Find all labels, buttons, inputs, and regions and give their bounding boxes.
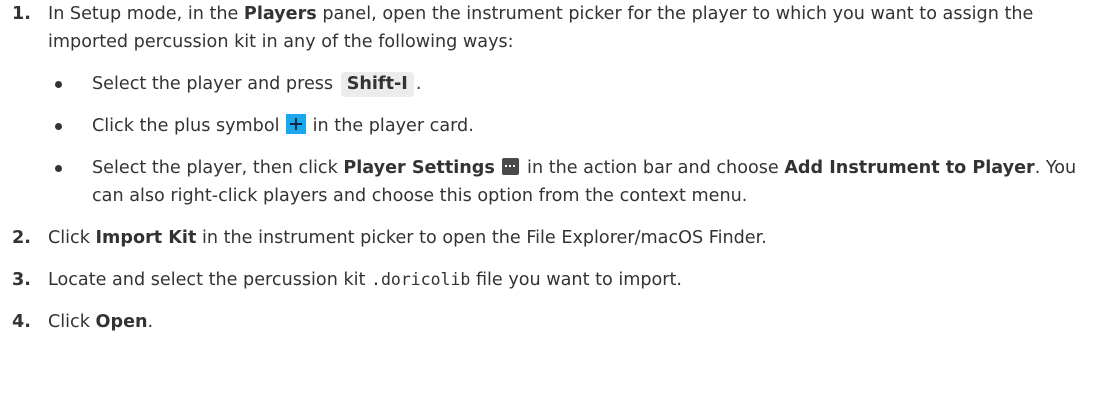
bullet-text: Select the player and press	[92, 74, 339, 94]
bullet-list: Select the player and press Shift-I. Cli…	[48, 70, 1093, 210]
bullet-dot	[55, 81, 62, 88]
step-text-part: in the instrument picker to open the Fil…	[196, 228, 767, 248]
bullet-item-settings: Select the player, then click Player Set…	[48, 154, 1093, 210]
step-number: 1.	[12, 4, 31, 24]
step-number: 4.	[12, 312, 31, 332]
plus-icon	[286, 114, 307, 134]
step-text: Locate and select the percussion kit .do…	[48, 266, 1093, 294]
step-text-part: .	[147, 312, 154, 332]
players-panel-label: Players	[243, 4, 317, 24]
step-number: 2.	[12, 228, 31, 248]
document-page: 1. In Setup mode, in the Players panel, …	[0, 0, 1093, 418]
step-text-part: Click	[48, 312, 96, 332]
player-settings-icon	[502, 158, 520, 175]
step-text-part: Click	[48, 228, 96, 248]
file-extension-code: .doricolib	[371, 270, 471, 289]
step-text: In Setup mode, in the Players panel, ope…	[48, 0, 1093, 56]
open-label: Open	[95, 312, 148, 332]
add-instrument-label: Add Instrument to Player	[784, 158, 1035, 178]
player-settings-label: Player Settings	[343, 158, 495, 178]
bullet-text: Click the plus symbol	[92, 116, 286, 136]
step-text: Click Import Kit in the instrument picke…	[48, 224, 1093, 252]
shortcut-key: Shift-I	[340, 72, 414, 97]
step-text-part: Locate and select the percussion kit	[48, 270, 372, 290]
import-kit-label: Import Kit	[95, 228, 197, 248]
bullet-text: in the action bar and choose	[521, 158, 785, 178]
bullet-dot	[55, 165, 62, 172]
bullet-text: in the player card.	[307, 116, 474, 136]
step-1: 1. In Setup mode, in the Players panel, …	[0, 0, 1093, 210]
bullet-text: .	[415, 74, 422, 94]
step-4: 4. Click Open.	[0, 308, 1093, 336]
bullet-item-plus: Click the plus symbol in the player card…	[48, 112, 1093, 140]
step-number: 3.	[12, 270, 31, 290]
bullet-dot	[55, 123, 62, 130]
bullet-item-shortcut: Select the player and press Shift-I.	[48, 70, 1093, 98]
step-3: 3. Locate and select the percussion kit …	[0, 266, 1093, 294]
step-text-part: In Setup mode, in the	[48, 4, 244, 24]
step-text-part: file you want to import.	[470, 270, 683, 290]
bullet-text: Select the player, then click	[92, 158, 344, 178]
steps-list: 1. In Setup mode, in the Players panel, …	[0, 0, 1093, 336]
step-text: Click Open.	[48, 308, 1093, 336]
step-2: 2. Click Import Kit in the instrument pi…	[0, 224, 1093, 252]
